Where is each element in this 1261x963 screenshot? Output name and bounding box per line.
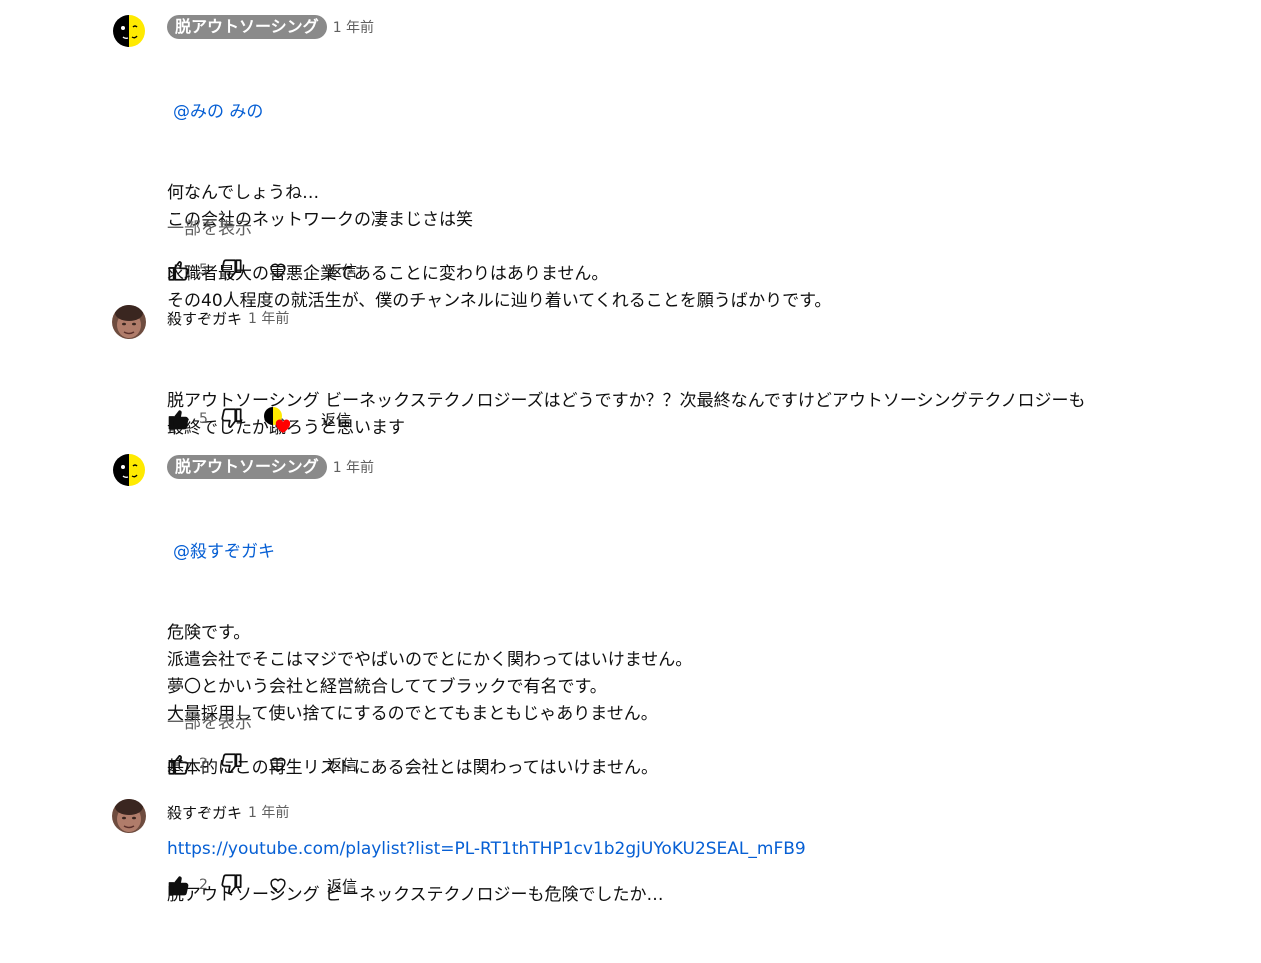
author-name[interactable]: 殺すぞガキ <box>167 308 242 329</box>
avatar[interactable] <box>112 453 146 487</box>
dislike-button[interactable] <box>219 257 245 283</box>
like-button[interactable] <box>165 872 191 898</box>
reply-button[interactable]: 返信 <box>327 875 357 896</box>
reply-button[interactable]: 返信 <box>321 409 351 430</box>
user-avatar-icon <box>112 305 146 339</box>
timestamp[interactable]: 1 年前 <box>248 802 289 822</box>
show-more-button[interactable]: 一部を表示 <box>167 214 252 239</box>
author-name[interactable]: 脱アウトソーシング <box>167 15 327 39</box>
dislike-icon <box>221 753 242 773</box>
heart-icon <box>270 757 286 773</box>
avatar[interactable] <box>112 14 146 48</box>
like-icon <box>168 261 189 281</box>
reply-button[interactable]: 返信 <box>327 260 357 281</box>
channel-avatar-icon <box>112 14 146 48</box>
reply-button[interactable]: 返信 <box>327 754 357 775</box>
like-count: 5 <box>199 262 208 278</box>
like-count: 5 <box>199 411 208 427</box>
avatar[interactable] <box>112 305 146 339</box>
like-button[interactable] <box>165 406 191 432</box>
like-button[interactable] <box>165 257 191 283</box>
like-count: 2 <box>199 756 208 772</box>
like-icon <box>168 755 189 775</box>
mention-link[interactable]: @殺すぞガキ <box>167 539 806 566</box>
creator-heart-icon <box>264 407 291 433</box>
user-avatar-icon <box>112 799 146 833</box>
dislike-icon <box>221 874 242 894</box>
timestamp[interactable]: 1 年前 <box>333 457 374 477</box>
heart-icon <box>270 263 286 279</box>
channel-avatar-icon <box>112 453 146 487</box>
mention-link[interactable]: @みの みの <box>167 99 831 126</box>
dislike-button[interactable] <box>219 406 245 432</box>
show-more-button[interactable]: 一部を表示 <box>167 708 252 733</box>
dislike-button[interactable] <box>219 751 245 777</box>
author-name[interactable]: 殺すぞガキ <box>167 802 242 823</box>
like-count: 2 <box>199 877 208 893</box>
dislike-icon <box>221 259 242 279</box>
heart-button[interactable] <box>267 874 289 896</box>
heart-icon <box>270 878 286 894</box>
avatar[interactable] <box>112 799 146 833</box>
like-icon <box>168 410 189 430</box>
heart-button[interactable] <box>267 753 289 775</box>
author-name[interactable]: 脱アウトソーシング <box>167 455 327 479</box>
like-button[interactable] <box>165 751 191 777</box>
timestamp[interactable]: 1 年前 <box>248 308 289 328</box>
heart-button[interactable] <box>267 259 289 281</box>
creator-heart-badge[interactable] <box>263 405 291 433</box>
timestamp[interactable]: 1 年前 <box>333 17 374 37</box>
dislike-icon <box>221 408 242 428</box>
like-icon <box>168 876 189 896</box>
dislike-button[interactable] <box>219 872 245 898</box>
comment-text: 何なんでしょうね… この会社のネットワークの凄まじさは笑 求職者最大の害悪企業で… <box>167 183 832 311</box>
